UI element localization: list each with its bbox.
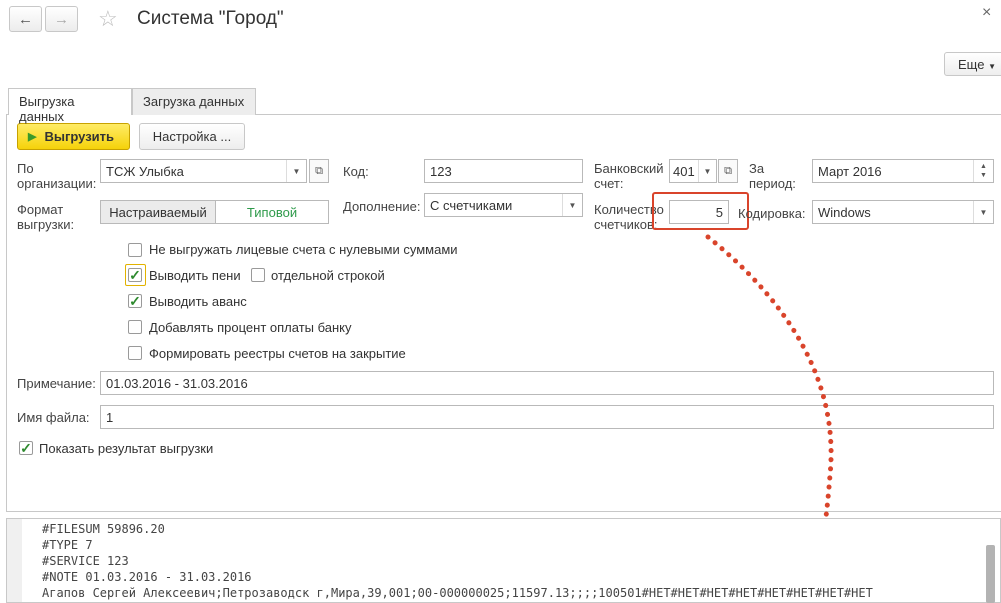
tab-export[interactable]: Выгрузка данных bbox=[8, 88, 132, 124]
period-label: За период: bbox=[749, 161, 796, 191]
org-value: ТСЖ Улыбка bbox=[106, 164, 184, 179]
chevron-down-icon[interactable]: ▼ bbox=[286, 160, 306, 182]
format-label: Формат выгрузки: bbox=[17, 202, 75, 232]
no-zero-accounts-label: Не выгружать лицевые счета с нулевыми су… bbox=[149, 242, 458, 257]
checkmark-icon: ✓ bbox=[129, 267, 141, 283]
note-label: Примечание: bbox=[17, 376, 96, 391]
show-penalty-checkbox[interactable]: ✓ bbox=[128, 268, 142, 282]
closing-registers-checkbox[interactable] bbox=[128, 346, 142, 360]
spin-arrows-icon[interactable]: ▲ ▼ bbox=[973, 160, 993, 182]
chevron-down-icon[interactable]: ▼ bbox=[973, 201, 993, 223]
line-gutter bbox=[7, 519, 22, 602]
separate-line-checkbox[interactable] bbox=[251, 268, 265, 282]
output-text: #FILESUM 59896.20 #TYPE 7 #SERVICE 123 #NOT… bbox=[42, 521, 873, 601]
open-icon: ⧉ bbox=[724, 164, 732, 177]
addition-value: С счетчиками bbox=[430, 198, 513, 213]
page-title: Система "Город" bbox=[137, 8, 284, 29]
more-button[interactable]: Еще ▼ bbox=[944, 52, 1001, 76]
encoding-label: Кодировка: bbox=[738, 206, 806, 221]
format-option-custom[interactable]: Настраиваемый bbox=[100, 200, 216, 224]
encoding-field[interactable]: Windows ▼ bbox=[812, 200, 994, 224]
checkmark-icon: ✓ bbox=[129, 293, 141, 309]
export-label: Выгрузить bbox=[44, 129, 115, 144]
output-line: #SERVICE 123 bbox=[42, 554, 129, 568]
bank-percent-checkbox[interactable] bbox=[128, 320, 142, 334]
open-org-button[interactable]: ⧉ bbox=[309, 159, 329, 183]
addition-label: Дополнение: bbox=[343, 199, 421, 214]
show-result-label: Показать результат выгрузки bbox=[39, 441, 214, 456]
output-area[interactable]: #FILESUM 59896.20 #TYPE 7 #SERVICE 123 #NOT… bbox=[6, 518, 1001, 603]
open-icon: ⧉ bbox=[315, 164, 323, 177]
output-line: #FILESUM 59896.20 bbox=[42, 522, 165, 536]
open-bank-button[interactable]: ⧉ bbox=[718, 159, 738, 183]
export-button[interactable]: ▶ Выгрузить bbox=[17, 123, 130, 150]
org-field[interactable]: ТСЖ Улыбка ▼ bbox=[100, 159, 307, 183]
show-advance-label: Выводить аванс bbox=[149, 294, 247, 309]
code-field[interactable]: 123 bbox=[424, 159, 583, 183]
encoding-value: Windows bbox=[818, 205, 871, 220]
chevron-down-icon[interactable]: ▼ bbox=[698, 160, 716, 182]
more-label: Еще bbox=[958, 57, 985, 72]
code-label: Код: bbox=[343, 164, 369, 179]
no-zero-accounts-checkbox[interactable] bbox=[128, 243, 142, 257]
bank-value: 401 bbox=[673, 164, 695, 179]
tab-import[interactable]: Загрузка данных bbox=[132, 88, 256, 115]
forward-button[interactable]: → bbox=[45, 6, 78, 32]
scrollbar[interactable] bbox=[986, 545, 995, 603]
bank-percent-label: Добавлять процент оплаты банку bbox=[149, 320, 352, 335]
period-value: Март 2016 bbox=[818, 164, 882, 179]
arrow-right-icon: → bbox=[54, 10, 69, 28]
star-icon[interactable]: ☆ bbox=[98, 6, 118, 32]
checkmark-icon: ✓ bbox=[20, 440, 32, 456]
closing-registers-label: Формировать реестры счетов на закрытие bbox=[149, 346, 406, 361]
filename-label: Имя файла: bbox=[17, 410, 90, 425]
addition-field[interactable]: С счетчиками ▼ bbox=[424, 193, 583, 217]
dotted-path bbox=[705, 234, 834, 561]
show-penalty-label: Выводить пени bbox=[149, 268, 241, 283]
show-result-checkbox[interactable]: ✓ bbox=[19, 441, 33, 455]
bank-field[interactable]: 401 ▼ bbox=[669, 159, 717, 183]
annotation-arrow bbox=[705, 234, 834, 565]
output-line: #NOTE 01.03.2016 - 31.03.2016 bbox=[42, 570, 252, 584]
org-label: По организации: bbox=[17, 161, 97, 191]
bank-label: Банковский счет: bbox=[594, 161, 664, 191]
settings-button[interactable]: Настройка ... bbox=[139, 123, 245, 150]
separate-line-label: отдельной строкой bbox=[271, 268, 385, 283]
format-option-standard[interactable]: Типовой bbox=[215, 200, 329, 224]
back-button[interactable]: ← bbox=[9, 6, 42, 32]
show-advance-checkbox[interactable]: ✓ bbox=[128, 294, 142, 308]
play-icon: ▶ bbox=[28, 131, 37, 143]
output-line: Агапов Сергей Алексеевич;Петрозаводск г,… bbox=[42, 586, 873, 600]
arrow-left-icon: ← bbox=[18, 10, 33, 28]
chevron-down-icon: ▼ bbox=[988, 62, 996, 71]
period-field[interactable]: Март 2016 ▲ ▼ bbox=[812, 159, 994, 183]
chevron-down-icon[interactable]: ▼ bbox=[562, 194, 582, 216]
close-button[interactable]: × bbox=[982, 4, 991, 22]
output-line: #TYPE 7 bbox=[42, 538, 93, 552]
